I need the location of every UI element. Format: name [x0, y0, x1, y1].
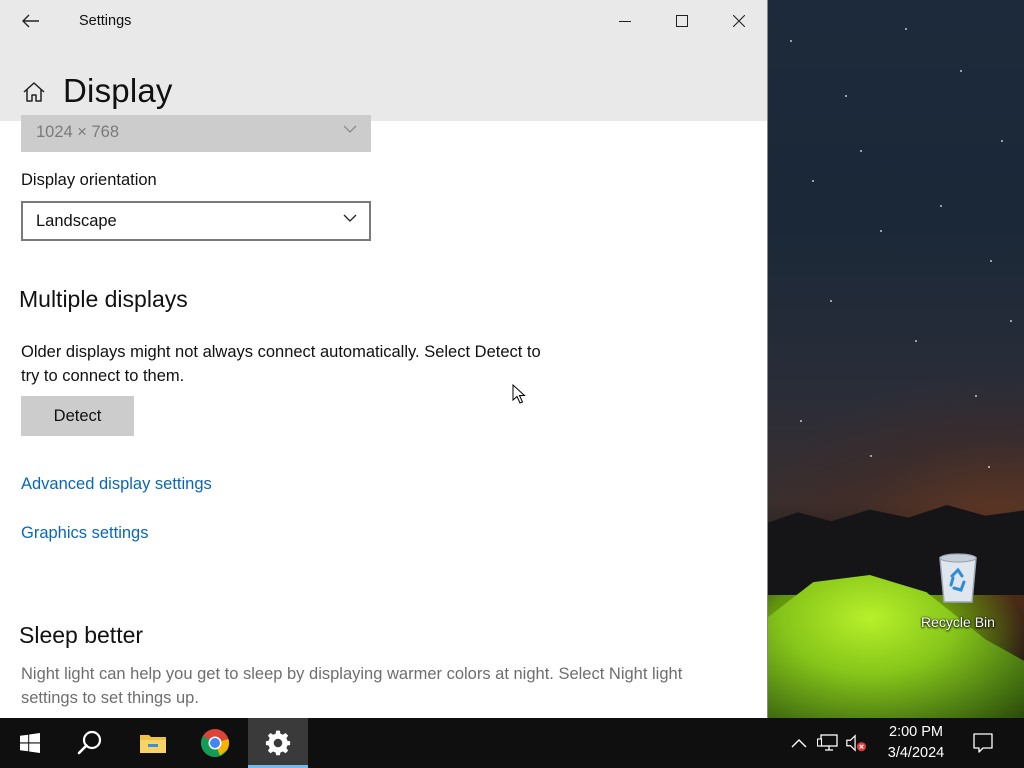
- chevron-down-icon: [343, 125, 357, 133]
- search-button[interactable]: [60, 718, 120, 768]
- maximize-button[interactable]: [653, 0, 710, 42]
- close-icon: [732, 15, 745, 27]
- detect-button[interactable]: Detect: [21, 396, 134, 436]
- network-icon: [817, 734, 838, 751]
- chevron-down-icon: [343, 214, 357, 222]
- taskbar-clock[interactable]: 2:00 PM 3/4/2024: [878, 722, 954, 764]
- file-explorer-icon: [140, 735, 166, 753]
- multiple-displays-description-line2: try to connect to them.: [21, 367, 185, 385]
- display-orientation-value: Landscape: [36, 212, 117, 230]
- recycle-bin-label: Recycle Bin: [921, 614, 995, 630]
- chrome-button[interactable]: [185, 718, 245, 768]
- start-button[interactable]: [0, 718, 60, 768]
- chevron-up-icon: [791, 739, 807, 748]
- title-bar[interactable]: Settings: [0, 0, 767, 42]
- display-orientation-dropdown[interactable]: Landscape: [21, 201, 371, 241]
- show-hidden-icons-button[interactable]: [788, 731, 810, 755]
- back-arrow-icon: [22, 14, 39, 28]
- display-resolution-value: 1024 × 768: [36, 123, 120, 141]
- clock-date: 3/4/2024: [887, 745, 945, 761]
- search-icon: [77, 730, 102, 755]
- mouse-cursor-icon: [512, 384, 526, 404]
- volume-button[interactable]: [845, 731, 867, 755]
- page-title: Display: [63, 72, 173, 109]
- start-icon: [20, 733, 40, 753]
- window-title: Settings: [79, 13, 132, 29]
- minimize-icon: [618, 21, 631, 22]
- sleep-better-description-line1: Night light can help you get to sleep by…: [21, 665, 683, 683]
- maximize-icon: [675, 15, 688, 27]
- volume-muted-icon: [846, 734, 867, 752]
- advanced-display-settings-link[interactable]: Advanced display settings: [21, 475, 212, 494]
- page-header: Display: [0, 42, 767, 121]
- notifications-icon: [973, 733, 993, 753]
- sleep-better-heading: Sleep better: [19, 622, 144, 648]
- clock-time: 2:00 PM: [889, 724, 943, 740]
- recycle-bin[interactable]: Recycle Bin: [916, 552, 1000, 636]
- settings-gear-icon: [265, 730, 291, 756]
- back-button[interactable]: [14, 8, 48, 34]
- file-explorer-button[interactable]: [123, 718, 183, 768]
- multiple-displays-description-line1: Older displays might not always connect …: [21, 343, 541, 361]
- settings-content: 1024 × 768 Display orientation Landscape…: [0, 115, 767, 718]
- close-button[interactable]: [710, 0, 767, 42]
- multiple-displays-heading: Multiple displays: [19, 286, 188, 312]
- minimize-button[interactable]: [596, 0, 653, 42]
- sleep-better-description: Night light can help you get to sleep by…: [21, 662, 682, 710]
- settings-window: Settings Display 1024 × 768 Display orie…: [0, 0, 768, 718]
- settings-taskbar-button[interactable]: [248, 718, 308, 768]
- multiple-displays-description: Older displays might not always connect …: [21, 340, 541, 388]
- graphics-settings-link[interactable]: Graphics settings: [21, 524, 148, 543]
- display-orientation-label: Display orientation: [21, 171, 157, 189]
- sleep-better-description-line2: settings to set things up.: [21, 689, 199, 707]
- recycle-bin-icon: [939, 553, 977, 603]
- display-resolution-dropdown[interactable]: 1024 × 768: [21, 115, 371, 152]
- home-icon[interactable]: [22, 80, 46, 104]
- chrome-icon: [201, 729, 230, 757]
- taskbar: 2:00 PM 3/4/2024: [0, 718, 1024, 768]
- network-button[interactable]: [817, 731, 839, 755]
- action-center-button[interactable]: [972, 731, 994, 755]
